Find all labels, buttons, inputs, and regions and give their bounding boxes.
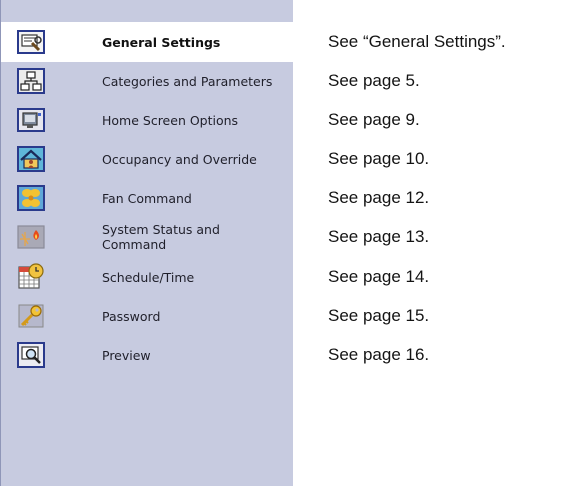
reference-schedule-time: See page 14.	[328, 267, 430, 286]
schedule-icon	[16, 262, 46, 292]
sidebar-item-password[interactable]: Password	[1, 296, 293, 336]
settings-sidebar: General Settings Categories and Paramete…	[0, 0, 293, 486]
sidebar-item-label: Password	[102, 308, 161, 324]
sidebar-item-general-settings[interactable]: General Settings	[1, 22, 293, 62]
password-key-icon	[16, 301, 46, 331]
reference-password: See page 15.	[328, 306, 430, 325]
sidebar-item-label: Categories and Parameters	[102, 73, 273, 89]
sidebar-item-label: Occupancy and Override	[102, 151, 257, 167]
sidebar-item-occupancy-and-override[interactable]: Occupancy and Override	[1, 139, 293, 179]
reference-general-settings: See “General Settings”.	[328, 32, 506, 51]
preview-icon	[16, 340, 46, 370]
fan-icon	[16, 183, 46, 213]
sidebar-item-label: Preview	[102, 347, 151, 363]
categories-icon	[16, 66, 46, 96]
reference-categories-and-parameters: See page 5.	[328, 71, 420, 90]
sidebar-item-label: Fan Command	[102, 190, 192, 206]
reference-home-screen-options: See page 9.	[328, 110, 420, 129]
reference-occupancy-and-override: See page 10.	[328, 149, 430, 168]
sidebar-item-categories-and-parameters[interactable]: Categories and Parameters	[1, 61, 293, 101]
reference-fan-command: See page 12.	[328, 188, 430, 207]
sidebar-item-label: Home Screen Options	[102, 112, 239, 128]
sidebar-item-fan-command[interactable]: Fan Command	[1, 178, 293, 218]
sidebar-item-label: General Settings	[102, 34, 221, 50]
reference-system-status-and-command: See page 13.	[328, 227, 430, 246]
system-status-icon	[16, 222, 46, 252]
general-settings-icon	[16, 27, 46, 57]
sidebar-item-schedule-time[interactable]: Schedule/Time	[1, 257, 293, 297]
sidebar-item-preview[interactable]: Preview	[1, 335, 293, 375]
sidebar-item-home-screen-options[interactable]: Home Screen Options	[1, 100, 293, 140]
home-screen-icon	[16, 105, 46, 135]
sidebar-item-label: Schedule/Time	[102, 269, 195, 285]
sidebar-item-system-status-and-command[interactable]: System Status and Command	[1, 217, 293, 257]
occupancy-icon	[16, 144, 46, 174]
reference-preview: See page 16.	[328, 345, 430, 364]
sidebar-item-label: System Status and Command	[102, 222, 220, 252]
